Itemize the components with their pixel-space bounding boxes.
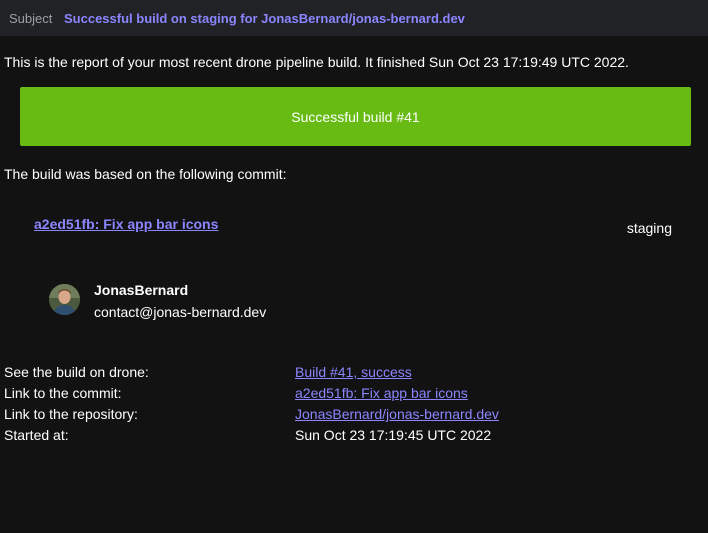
intro-text: This is the report of your most recent d… <box>4 54 629 70</box>
author-avatar <box>49 284 80 315</box>
branch-label: staging <box>626 220 672 236</box>
commit-info-link[interactable]: a2ed51fb: Fix app bar icons <box>295 385 468 401</box>
repository-link[interactable]: JonasBernard/jonas-bernard.dev <box>295 406 499 422</box>
started-at-value: Sun Oct 23 17:19:45 UTC 2022 <box>295 427 492 443</box>
build-link[interactable]: Build #41, success <box>295 364 412 380</box>
info-label: Link to the repository: <box>4 406 138 422</box>
author-email: contact@jonas-bernard.dev <box>94 304 267 320</box>
info-row-build: See the build on drone: Build #41, succe… <box>4 362 604 383</box>
email-body: This is the report of your most recent d… <box>0 36 708 533</box>
info-row-commit: Link to the commit: a2ed51fb: Fix app ba… <box>4 383 604 404</box>
subject-value: Successful build on staging for JonasBer… <box>64 11 465 26</box>
build-info-table: See the build on drone: Build #41, succe… <box>4 362 604 446</box>
info-row-repository: Link to the repository: JonasBernard/jon… <box>4 404 604 425</box>
commit-link[interactable]: a2ed51fb: Fix app bar icons <box>34 216 218 232</box>
info-label: Started at: <box>4 427 69 443</box>
commit-intro-text: The build was based on the following com… <box>4 166 287 182</box>
build-status-banner: Successful build #41 <box>20 87 691 146</box>
info-label: Link to the commit: <box>4 385 122 401</box>
info-row-started: Started at: Sun Oct 23 17:19:45 UTC 2022 <box>4 425 604 446</box>
email-header: Subject Successful build on staging for … <box>0 0 708 36</box>
clipped-heading-glyphs <box>64 0 134 2</box>
info-label: See the build on drone: <box>4 364 149 380</box>
author-name: JonasBernard <box>94 282 189 298</box>
subject-label: Subject <box>9 11 53 26</box>
